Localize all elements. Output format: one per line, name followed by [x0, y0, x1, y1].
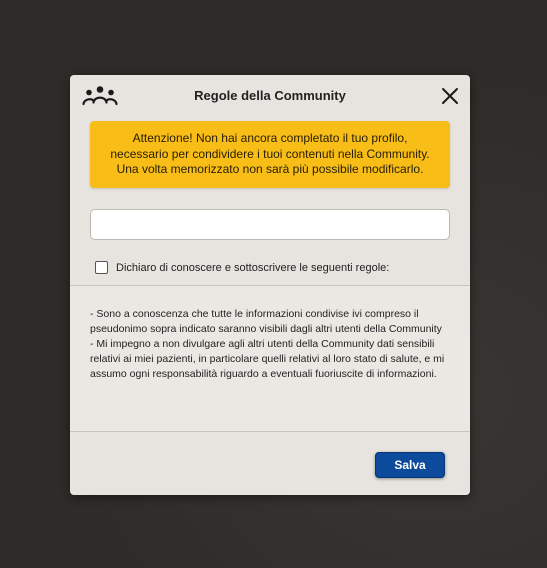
close-icon[interactable] — [440, 86, 460, 106]
accept-rules-checkbox[interactable] — [95, 261, 108, 274]
dialog-title: Regole della Community — [194, 88, 346, 103]
pseudonym-input[interactable] — [90, 209, 450, 240]
profile-warning-banner: Attenzione! Non hai ancora completato il… — [90, 121, 450, 188]
rule-item: - Mi impegno a non divulgare agli altri … — [90, 338, 445, 380]
accept-rules-label: Dichiaro di conoscere e sottoscrivere le… — [116, 262, 390, 274]
rule-item: - Sono a conoscenza che tutte le informa… — [90, 308, 442, 335]
community-rules-dialog: Regole della Community Attenzione! Non h… — [70, 75, 470, 495]
save-button[interactable]: Salva — [375, 452, 445, 478]
divider — [70, 431, 470, 432]
rules-text: - Sono a conoscenza che tutte le informa… — [90, 307, 452, 382]
dialog-header: Regole della Community — [70, 75, 470, 117]
